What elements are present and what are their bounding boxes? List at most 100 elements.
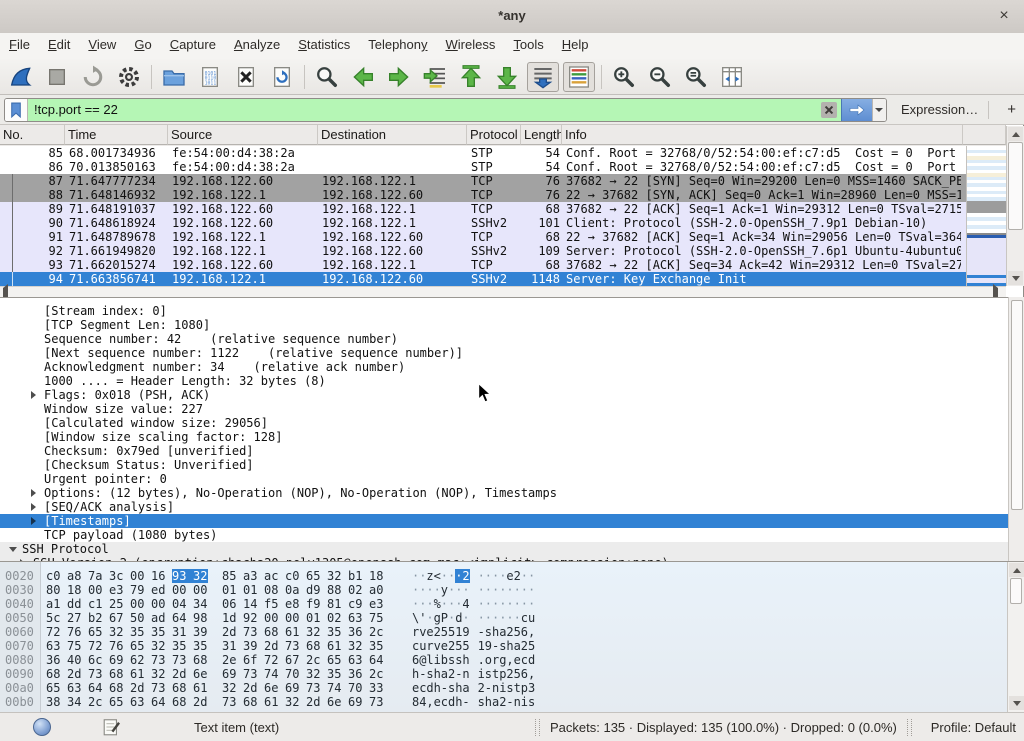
hex-byte[interactable]: f5 <box>264 597 279 611</box>
hex-byte[interactable]: 69 <box>109 653 124 667</box>
hex-byte[interactable]: 70 <box>348 681 363 695</box>
hex-byte[interactable]: 35 <box>193 639 208 653</box>
menu-telephony[interactable]: Telephony <box>359 33 436 56</box>
ascii-char[interactable]: s <box>528 695 536 709</box>
hex-byte[interactable]: 68 <box>172 695 187 709</box>
apply-filter-button[interactable] <box>841 99 872 121</box>
hex-byte[interactable]: 65 <box>306 569 321 583</box>
hex-row[interactable]: 0020c0a87a3c0016933285a3acc06532b118··z<… <box>0 569 1006 583</box>
hex-byte[interactable]: 2c <box>88 695 103 709</box>
hex-byte[interactable]: 69 <box>348 695 363 709</box>
save-file-icon[interactable]: 010101101011 <box>194 62 226 92</box>
hex-byte[interactable]: 32 <box>109 625 124 639</box>
hex-byte[interactable]: 61 <box>193 681 208 695</box>
hex-byte[interactable]: 36 <box>348 625 363 639</box>
detail-line[interactable]: Window size value: 227 <box>0 402 1008 416</box>
hex-byte[interactable]: 31 <box>222 639 237 653</box>
zoom-reset-icon[interactable] <box>680 62 712 92</box>
hex-byte[interactable]: 3c <box>109 569 124 583</box>
hex-byte[interactable]: 32 <box>151 667 166 681</box>
hex-byte[interactable]: 32 <box>285 695 300 709</box>
hex-byte[interactable]: a0 <box>369 583 384 597</box>
packet-row-93[interactable]: 9371.662015274192.168.122.60192.168.122.… <box>0 258 1006 272</box>
packet-row-90[interactable]: 9071.648618924192.168.122.60192.168.122.… <box>0 216 1006 230</box>
hex-byte[interactable]: 64 <box>88 681 103 695</box>
ascii-char[interactable]: 5 <box>462 639 470 653</box>
hex-byte[interactable]: c9 <box>348 597 363 611</box>
scroll-up-icon[interactable] <box>1008 127 1023 141</box>
hex-byte[interactable]: 81 <box>327 597 342 611</box>
hex-byte[interactable]: 65 <box>130 639 145 653</box>
hex-byte[interactable]: 2d <box>130 681 145 695</box>
hex-byte[interactable]: 67 <box>109 611 124 625</box>
hex-byte[interactable]: 79 <box>130 583 145 597</box>
expert-info-icon[interactable] <box>33 718 51 736</box>
hex-byte[interactable]: 32 <box>193 569 208 583</box>
go-last-icon[interactable] <box>491 62 523 92</box>
packet-list-minimap[interactable] <box>966 146 1007 286</box>
hex-row[interactable]: 0090682d736861322d6e697374703235362ch-sh… <box>0 667 1006 681</box>
hex-byte[interactable]: 68 <box>109 667 124 681</box>
hex-byte[interactable]: 35 <box>172 639 187 653</box>
hex-byte[interactable]: 6f <box>243 653 258 667</box>
hex-byte[interactable]: 6e <box>327 695 342 709</box>
hex-byte[interactable]: 61 <box>130 667 145 681</box>
hex-byte[interactable]: 36 <box>348 667 363 681</box>
scrollbar-thumb[interactable] <box>1008 142 1023 230</box>
hex-byte[interactable]: 00 <box>130 597 145 611</box>
scroll-down-icon[interactable] <box>1009 696 1024 710</box>
hex-byte[interactable]: 35 <box>151 625 166 639</box>
hex-byte[interactable]: 68 <box>306 639 321 653</box>
menu-file[interactable]: File <box>0 33 39 56</box>
resize-columns-icon[interactable] <box>716 62 748 92</box>
detail-line[interactable]: [SEQ/ACK analysis] <box>0 500 1008 514</box>
ascii-char[interactable]: 9 <box>462 625 470 639</box>
hex-byte[interactable]: 39 <box>243 639 258 653</box>
packet-row-94[interactable]: 9471.663856741192.168.122.1192.168.122.6… <box>0 272 1006 286</box>
hex-byte[interactable]: 73 <box>369 695 384 709</box>
expression-button[interactable]: Expression… <box>901 102 978 117</box>
hex-byte[interactable]: 40 <box>67 653 82 667</box>
hex-byte[interactable]: 67 <box>285 653 300 667</box>
hex-row[interactable]: 006072766532353531392d7368613235362crve2… <box>0 625 1006 639</box>
hex-byte[interactable]: 2d <box>243 681 258 695</box>
go-back-icon[interactable] <box>347 62 379 92</box>
status-profile[interactable]: Profile: Default <box>931 720 1016 735</box>
hex-byte[interactable]: 68 <box>172 681 187 695</box>
hex-byte[interactable]: 2c <box>369 667 384 681</box>
hex-byte[interactable]: 32 <box>348 639 363 653</box>
stop-capture-icon[interactable] <box>41 62 73 92</box>
column-header-info[interactable]: Info <box>562 125 963 145</box>
packet-row-85[interactable]: 8568.001734936fe:54:00:d4:38:2aSTP54Conf… <box>0 146 1006 160</box>
hex-byte[interactable]: 00 <box>264 611 279 625</box>
detail-line[interactable]: SSH Protocol <box>0 542 1008 556</box>
hex-byte[interactable]: 01 <box>222 583 237 597</box>
hex-byte[interactable]: 2e <box>222 653 237 667</box>
hex-byte[interactable]: 68 <box>46 667 61 681</box>
ascii-char[interactable]: - <box>462 695 470 709</box>
hex-byte[interactable]: 27 <box>67 611 82 625</box>
hex-byte[interactable]: 7a <box>88 569 103 583</box>
menu-analyze[interactable]: Analyze <box>225 33 289 56</box>
hex-byte[interactable]: 38 <box>46 695 61 709</box>
zoom-out-icon[interactable] <box>644 62 676 92</box>
hex-row[interactable]: 0070637572766532353531392d7368613235curv… <box>0 639 1006 653</box>
hex-byte[interactable]: 63 <box>130 695 145 709</box>
detail-line[interactable]: Acknowledgment number: 34 (relative ack … <box>0 360 1008 374</box>
hex-byte[interactable]: e3 <box>109 583 124 597</box>
detail-line[interactable]: Options: (12 bytes), No-Operation (NOP),… <box>0 486 1008 500</box>
clear-filter-icon[interactable] <box>817 99 841 121</box>
packet-row-87[interactable]: 8771.647777234192.168.122.60192.168.122.… <box>0 174 1006 188</box>
ascii-char[interactable]: 2 <box>462 569 470 583</box>
hex-byte[interactable]: 65 <box>88 625 103 639</box>
packet-row-89[interactable]: 8971.648191037192.168.122.60192.168.122.… <box>0 202 1006 216</box>
details-vscrollbar[interactable] <box>1008 297 1024 561</box>
hex-byte[interactable]: 88 <box>327 583 342 597</box>
hex-byte[interactable]: f9 <box>306 597 321 611</box>
packet-row-92[interactable]: 9271.661949820192.168.122.1192.168.122.6… <box>0 244 1006 258</box>
hex-byte[interactable]: 36 <box>46 653 61 667</box>
auto-scroll-icon[interactable] <box>527 62 559 92</box>
hex-byte[interactable]: 72 <box>46 625 61 639</box>
expand-icon[interactable] <box>31 503 36 511</box>
hex-byte[interactable]: 00 <box>172 583 187 597</box>
